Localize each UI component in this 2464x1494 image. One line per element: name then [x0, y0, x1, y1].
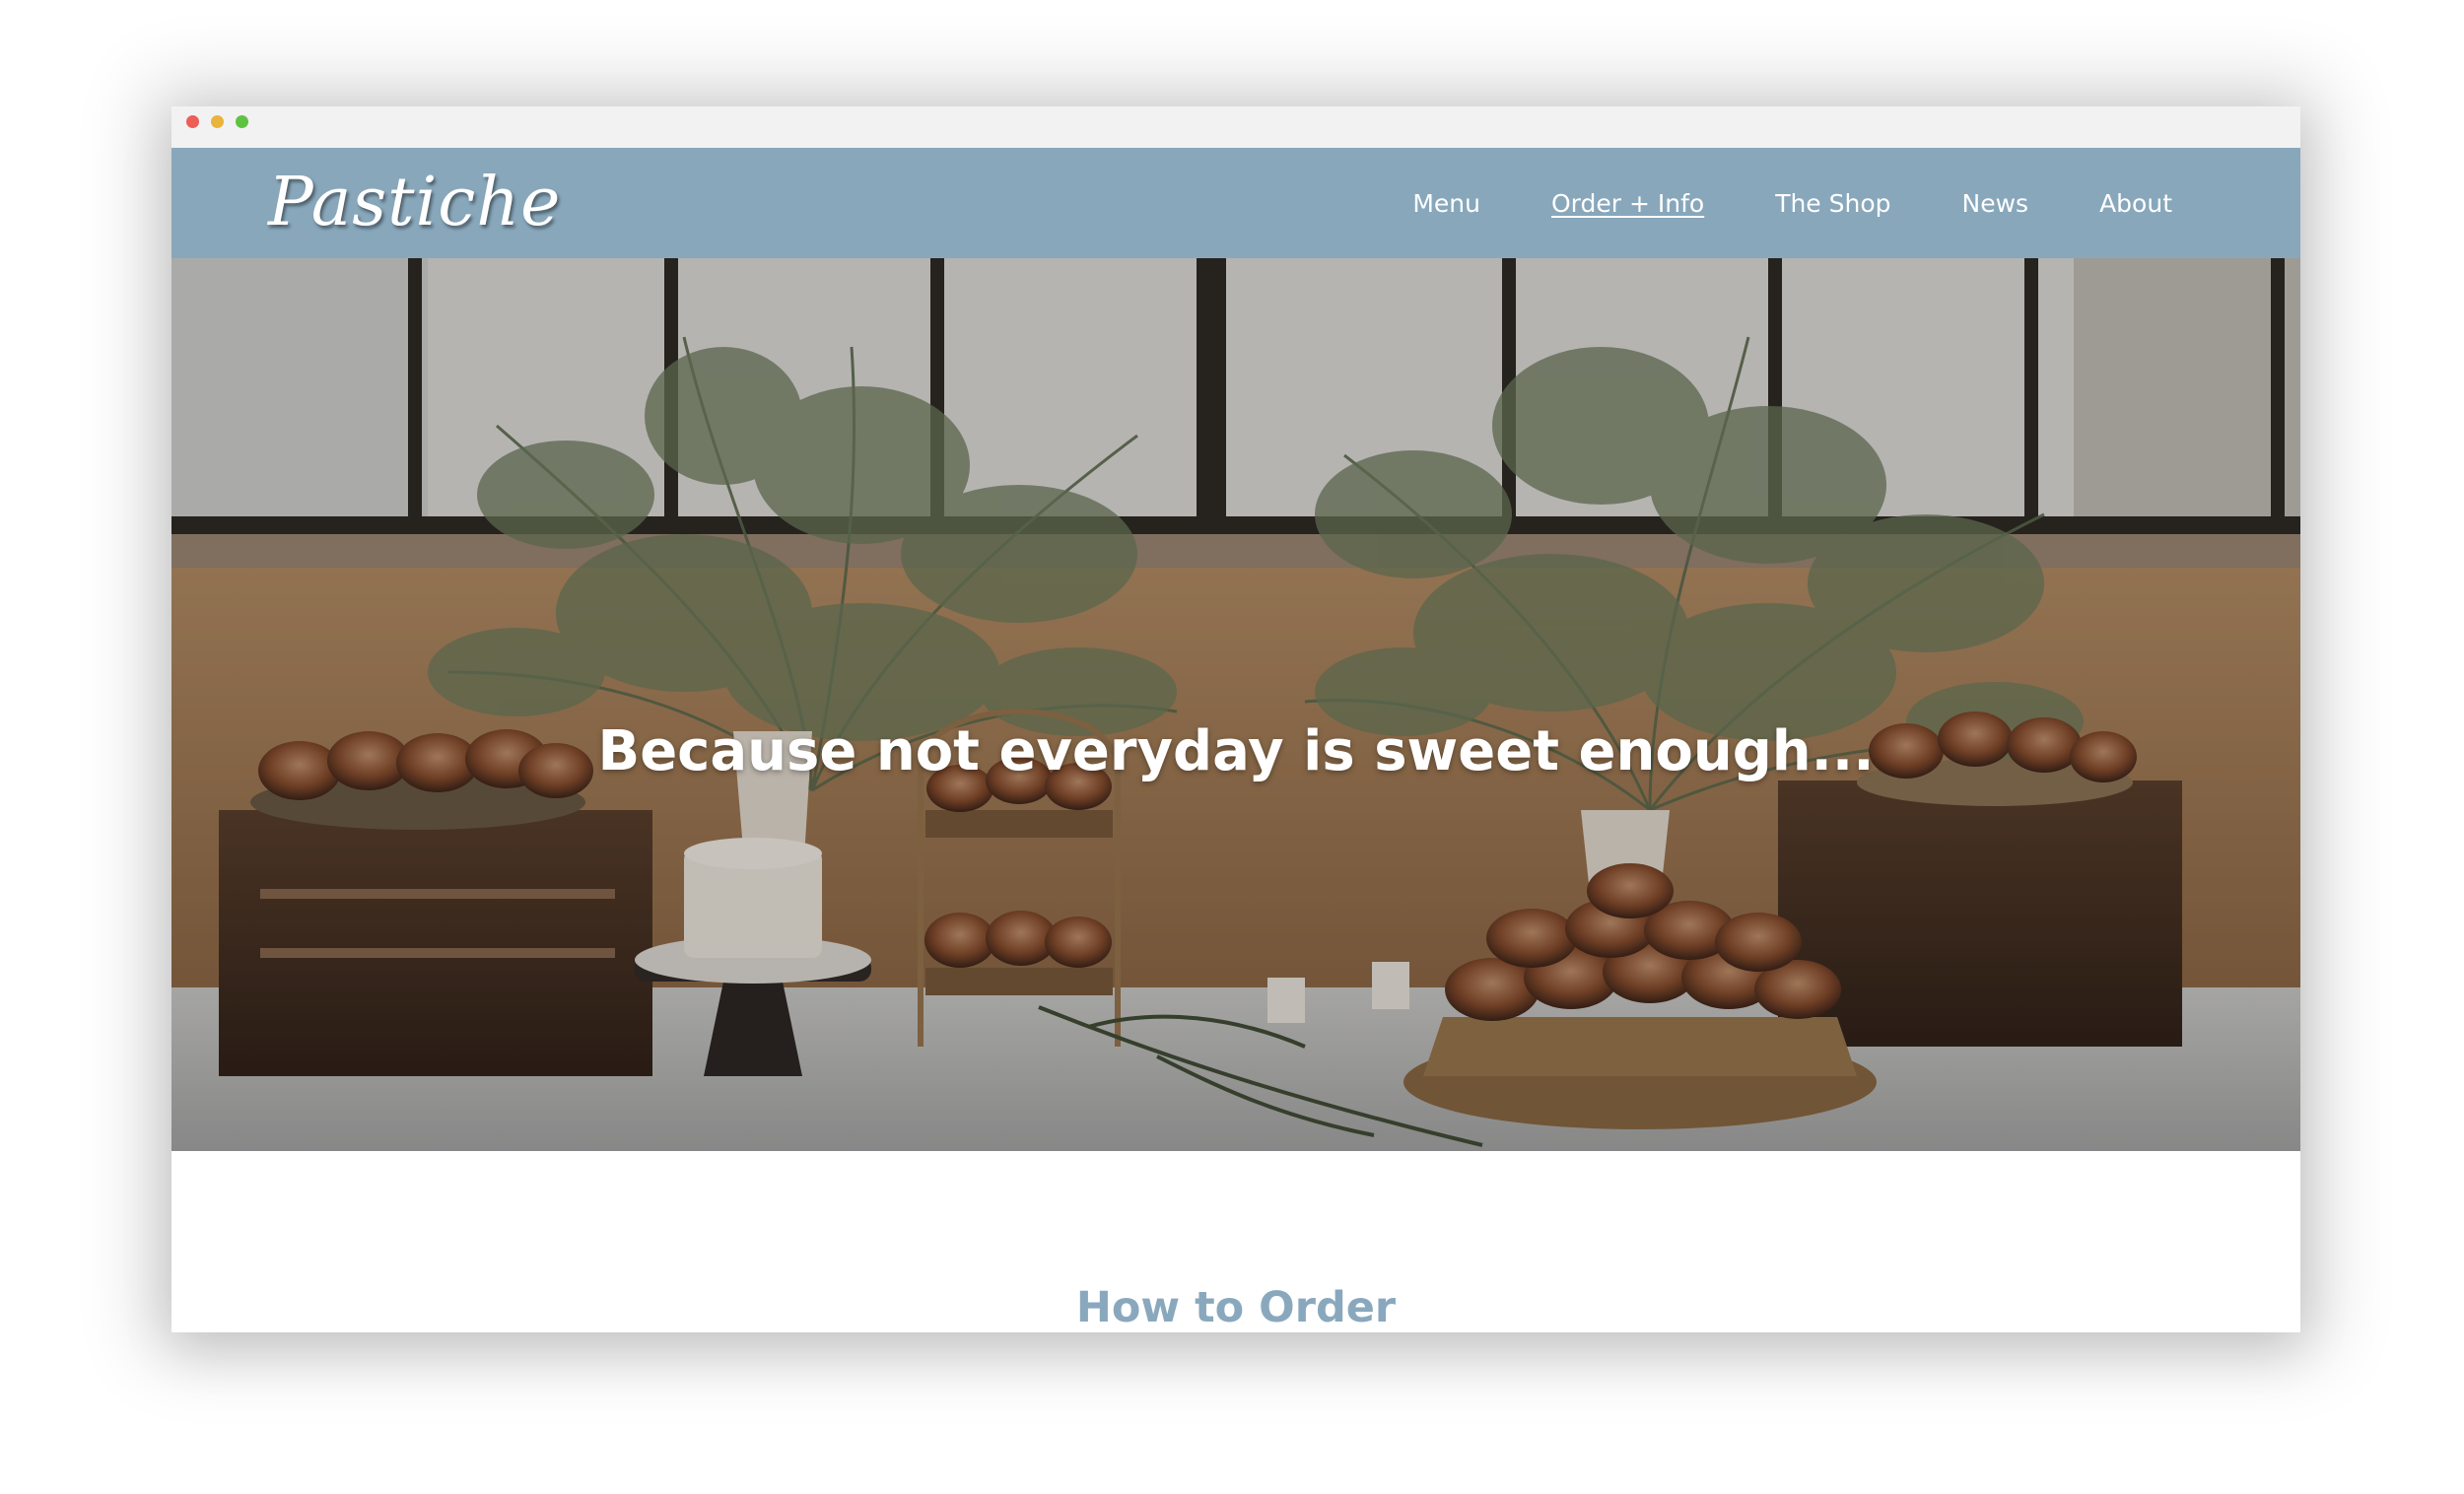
main-nav: Menu Order + Info The Shop News About [1412, 148, 2172, 258]
hero-tagline: Because not everyday is sweet enough... [597, 718, 1875, 783]
nav-link-the-shop[interactable]: The Shop [1775, 189, 1890, 218]
browser-chrome-bar [171, 106, 2300, 149]
maximize-window-button[interactable] [236, 115, 248, 128]
close-window-button[interactable] [186, 115, 199, 128]
site-logo[interactable]: Pastiche [268, 156, 561, 250]
nav-link-menu[interactable]: Menu [1412, 189, 1480, 218]
nav-link-order-info[interactable]: Order + Info [1551, 189, 1704, 218]
site-header: Pastiche Menu Order + Info The Shop News… [171, 148, 2300, 258]
nav-link-news[interactable]: News [1962, 189, 2029, 218]
minimize-window-button[interactable] [211, 115, 224, 128]
section-title: How to Order [1075, 1282, 1397, 1332]
hero-banner: Because not everyday is sweet enough... [171, 258, 2300, 1151]
how-to-order-section: How to Order [171, 1151, 2300, 1332]
hero-overlay [171, 258, 2300, 1151]
nav-link-about[interactable]: About [2099, 189, 2172, 218]
browser-window: Pastiche Menu Order + Info The Shop News… [171, 106, 2300, 1332]
